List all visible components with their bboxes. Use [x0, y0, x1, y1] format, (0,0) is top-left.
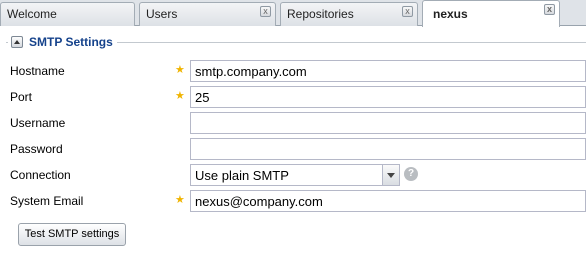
- hostname-label: Hostname: [10, 64, 65, 78]
- tab-label: Users: [146, 7, 178, 21]
- username-row: Username: [0, 112, 586, 134]
- question-icon[interactable]: ?: [404, 167, 418, 181]
- tab-label: Welcome: [7, 7, 57, 21]
- system-email-input[interactable]: [190, 190, 586, 212]
- hostname-input[interactable]: [190, 60, 586, 82]
- tab-repositories[interactable]: Repositories x: [280, 2, 418, 26]
- required-star-icon: ★: [175, 64, 185, 76]
- password-row: Password: [0, 138, 586, 160]
- system-email-row: System Email ★: [0, 190, 586, 212]
- tab-label: nexus: [433, 7, 468, 21]
- section-title: SMTP Settings: [29, 35, 113, 49]
- connection-select[interactable]: Use plain SMTP: [190, 164, 400, 186]
- port-label: Port: [10, 90, 33, 104]
- username-input[interactable]: [190, 112, 586, 134]
- password-label: Password: [10, 142, 63, 156]
- password-input[interactable]: [190, 138, 586, 160]
- port-input[interactable]: [190, 86, 586, 108]
- close-icon[interactable]: x: [544, 4, 555, 15]
- connection-label: Connection: [10, 168, 71, 182]
- hostname-row: Hostname ★: [0, 60, 586, 82]
- required-star-icon: ★: [175, 194, 185, 206]
- username-label: Username: [10, 116, 66, 130]
- connection-row: Connection Use plain SMTP ?: [0, 164, 586, 186]
- tab-users[interactable]: Users x: [139, 2, 276, 26]
- test-smtp-button[interactable]: Test SMTP settings: [18, 223, 126, 246]
- triangle-up-icon[interactable]: [11, 36, 23, 48]
- close-icon[interactable]: x: [402, 6, 413, 17]
- close-icon[interactable]: x: [260, 6, 271, 17]
- required-star-icon: ★: [175, 90, 185, 102]
- tab-strip: Welcome Users x Repositories x nexus x: [0, 0, 586, 27]
- system-email-label: System Email: [10, 194, 84, 208]
- connection-value: Use plain SMTP: [195, 168, 289, 183]
- tab-welcome[interactable]: Welcome: [0, 2, 135, 26]
- fieldset-legend: SMTP Settings: [8, 35, 117, 49]
- chevron-down-icon[interactable]: [382, 165, 399, 185]
- tab-label: Repositories: [287, 7, 354, 21]
- tab-nexus[interactable]: nexus x: [422, 0, 560, 27]
- port-row: Port ★: [0, 86, 586, 108]
